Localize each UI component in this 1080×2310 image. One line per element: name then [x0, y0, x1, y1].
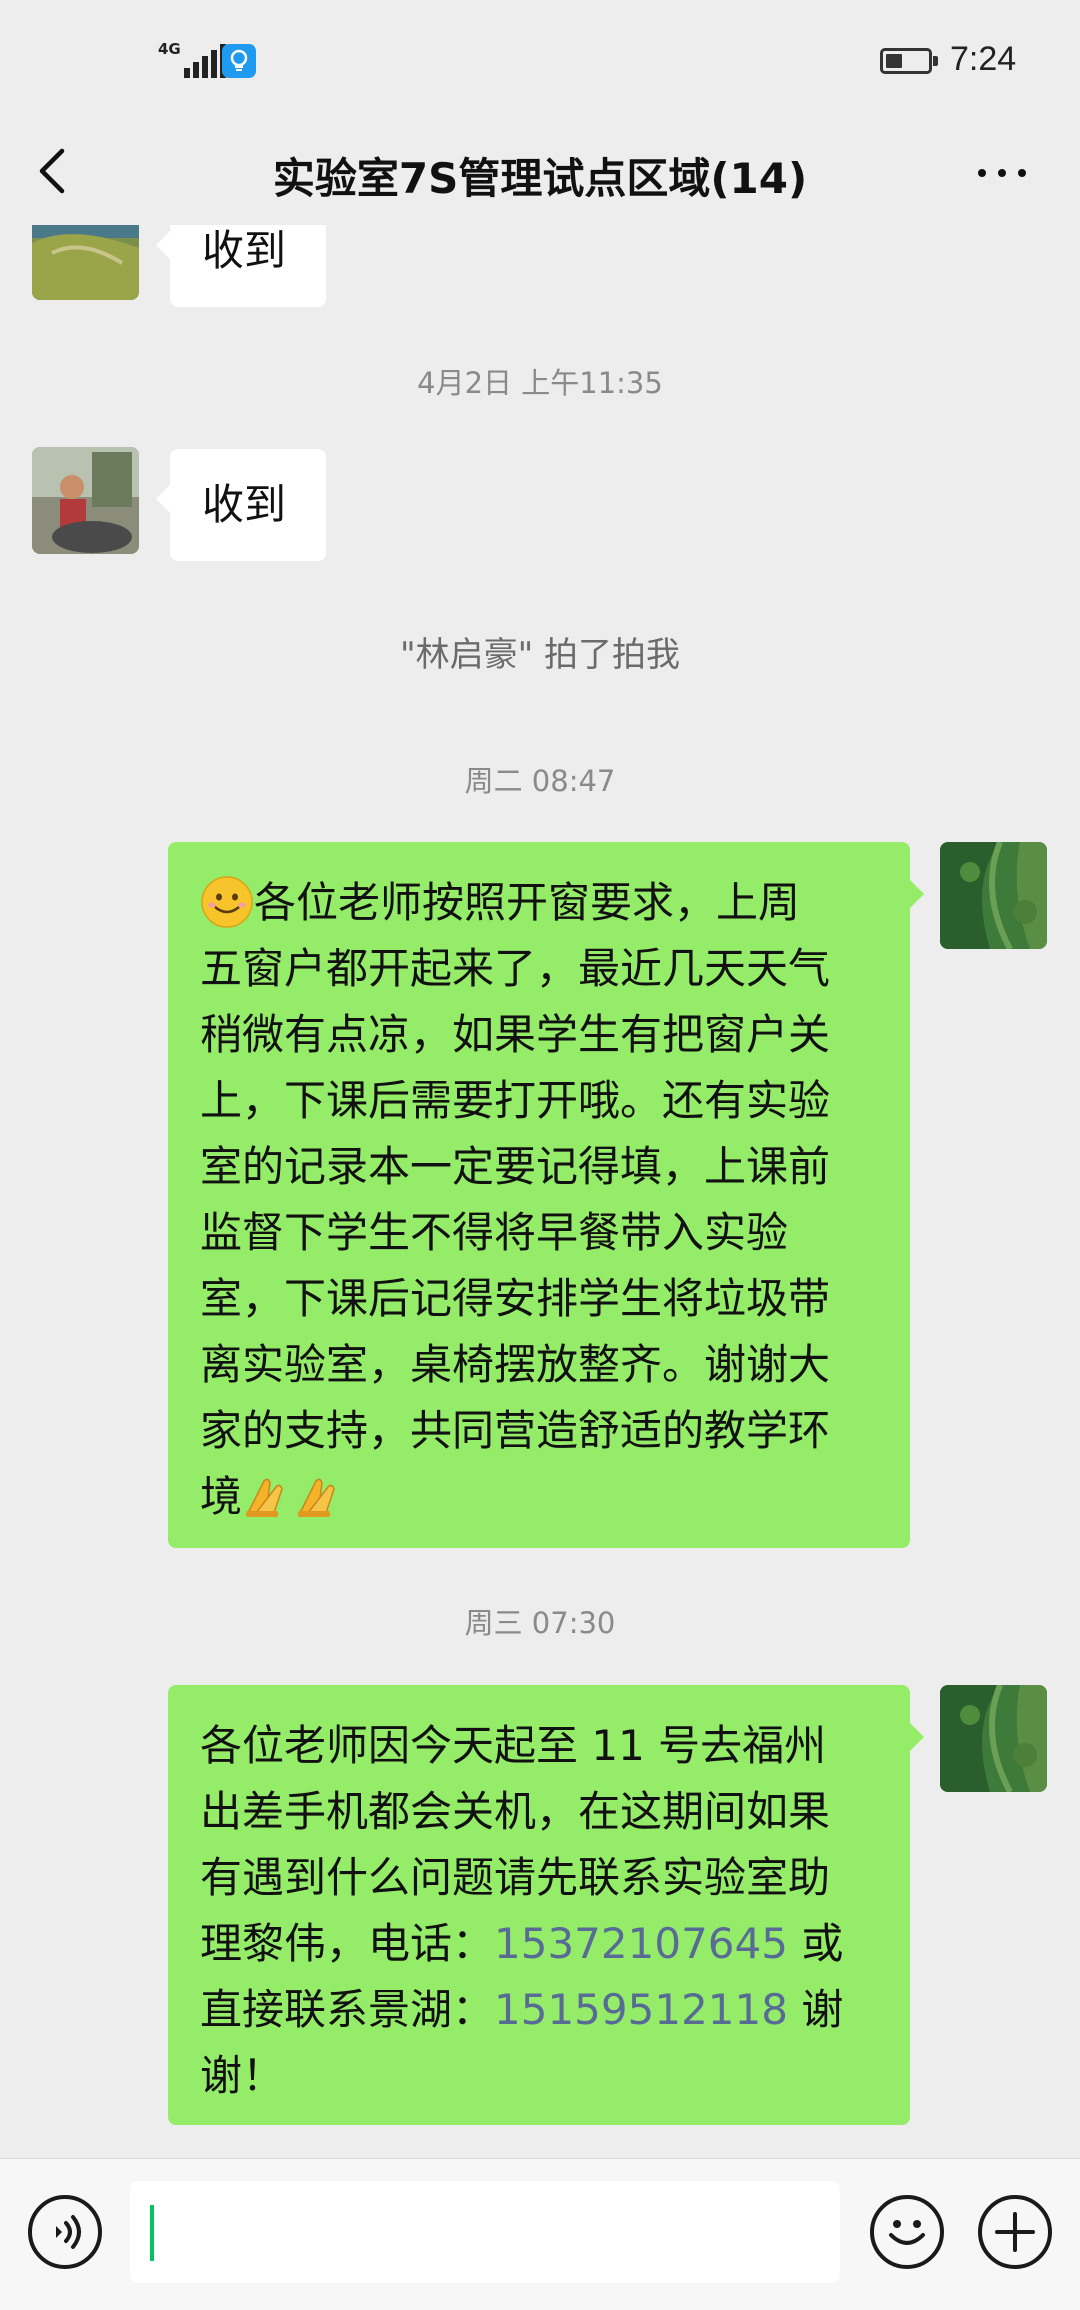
- notification-bulb-icon: [222, 44, 256, 78]
- message-timestamp: 周三 07:30: [464, 1606, 616, 1640]
- message-text: 各位老师按照开窗要求，上周 五窗户都开起来了，最近几天天气 稍微有点凉，如果学生…: [200, 870, 878, 1530]
- status-time: 7:24: [950, 40, 1017, 78]
- back-button[interactable]: [28, 139, 84, 203]
- sender-avatar[interactable]: [32, 225, 139, 300]
- folded-hands-emoji-icon: [246, 1478, 283, 1517]
- chat-title: 实验室7S管理试点区域(14): [272, 154, 808, 203]
- sender-avatar[interactable]: [32, 447, 139, 554]
- incoming-message[interactable]: 收到: [156, 449, 326, 561]
- message-text: 收到: [202, 226, 287, 275]
- my-avatar[interactable]: [940, 1685, 1047, 1792]
- incoming-message[interactable]: 收到: [156, 225, 326, 307]
- message-timestamp: 4月2日 上午11:35: [417, 366, 663, 400]
- smile-emoji-icon: [201, 875, 253, 928]
- status-bar: 4G 7:24: [0, 0, 1080, 125]
- emoji-icon: [889, 2220, 925, 2245]
- phone-number-link[interactable]: 15372107645: [494, 1919, 788, 1968]
- signal-icon: 4G: [158, 42, 229, 78]
- chat-header: 实验室7S管理试点区域(14): [0, 125, 1080, 225]
- folded-hands-emoji-icon: [298, 1478, 335, 1517]
- voice-icon: [56, 2215, 81, 2249]
- outgoing-message[interactable]: 各位老师因今天起至 11 号去福州 出差手机都会关机，在这期间如果 有遇到什么问…: [168, 1685, 924, 2125]
- network-type-label: 4G: [158, 40, 181, 58]
- input-bar: [0, 2158, 1080, 2310]
- more-options-button[interactable]: [972, 157, 1032, 187]
- battery-icon: [880, 48, 938, 74]
- voice-input-button[interactable]: [28, 2195, 102, 2269]
- chevron-left-icon: [39, 148, 65, 194]
- my-avatar[interactable]: [940, 842, 1047, 949]
- outgoing-message[interactable]: 各位老师按照开窗要求，上周 五窗户都开起来了，最近几天天气 稍微有点凉，如果学生…: [168, 842, 924, 1548]
- message-input[interactable]: [130, 2181, 840, 2283]
- message-timestamp: 周二 08:47: [464, 764, 616, 798]
- text-cursor: [150, 2205, 154, 2261]
- message-text: 各位老师因今天起至 11 号去福州 出差手机都会关机，在这期间如果 有遇到什么问…: [200, 1721, 844, 2100]
- message-list[interactable]: 收到 4月2日 上午11:35 收到 "林启豪" 拍了拍我 周二 08:47 各…: [0, 225, 1080, 2158]
- more-functions-button[interactable]: [978, 2195, 1052, 2269]
- emoji-button[interactable]: [870, 2195, 944, 2269]
- pat-notification: "林启豪" 拍了拍我: [399, 635, 681, 675]
- phone-number-link[interactable]: 15159512118: [494, 1985, 788, 2034]
- more-dots-icon: [978, 169, 986, 177]
- plus-icon: [995, 2212, 1035, 2252]
- message-text: 收到: [202, 480, 287, 529]
